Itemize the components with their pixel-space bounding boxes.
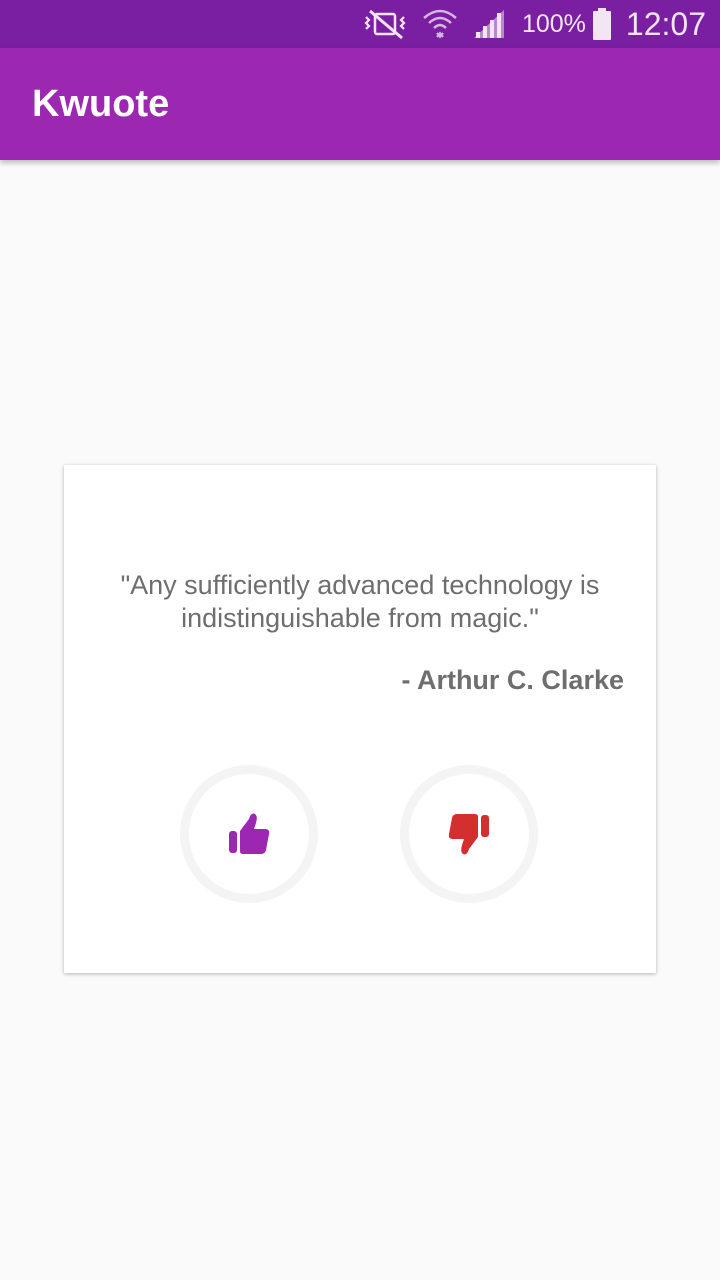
battery-percent: 100% xyxy=(521,9,586,38)
vibrate-off-icon xyxy=(362,8,408,40)
app-bar: Kwuote xyxy=(0,48,720,160)
clock: 12:07 xyxy=(625,5,706,42)
thumbs-up-icon xyxy=(229,813,270,854)
status-bar: 100% 12:07 xyxy=(0,0,720,48)
quote-text: "Any sufficiently advanced technology is… xyxy=(120,570,600,633)
quote-card: "Any sufficiently advanced technology is… xyxy=(64,465,656,973)
quote-author: - Arthur C. Clarke xyxy=(401,665,624,695)
app-title: Kwuote xyxy=(32,82,170,125)
dislike-button[interactable] xyxy=(400,765,538,903)
signal-icon xyxy=(472,8,506,40)
wifi-icon xyxy=(422,7,458,41)
like-button[interactable] xyxy=(180,765,318,903)
battery-icon xyxy=(592,7,612,41)
thumbs-down-icon xyxy=(448,814,489,855)
